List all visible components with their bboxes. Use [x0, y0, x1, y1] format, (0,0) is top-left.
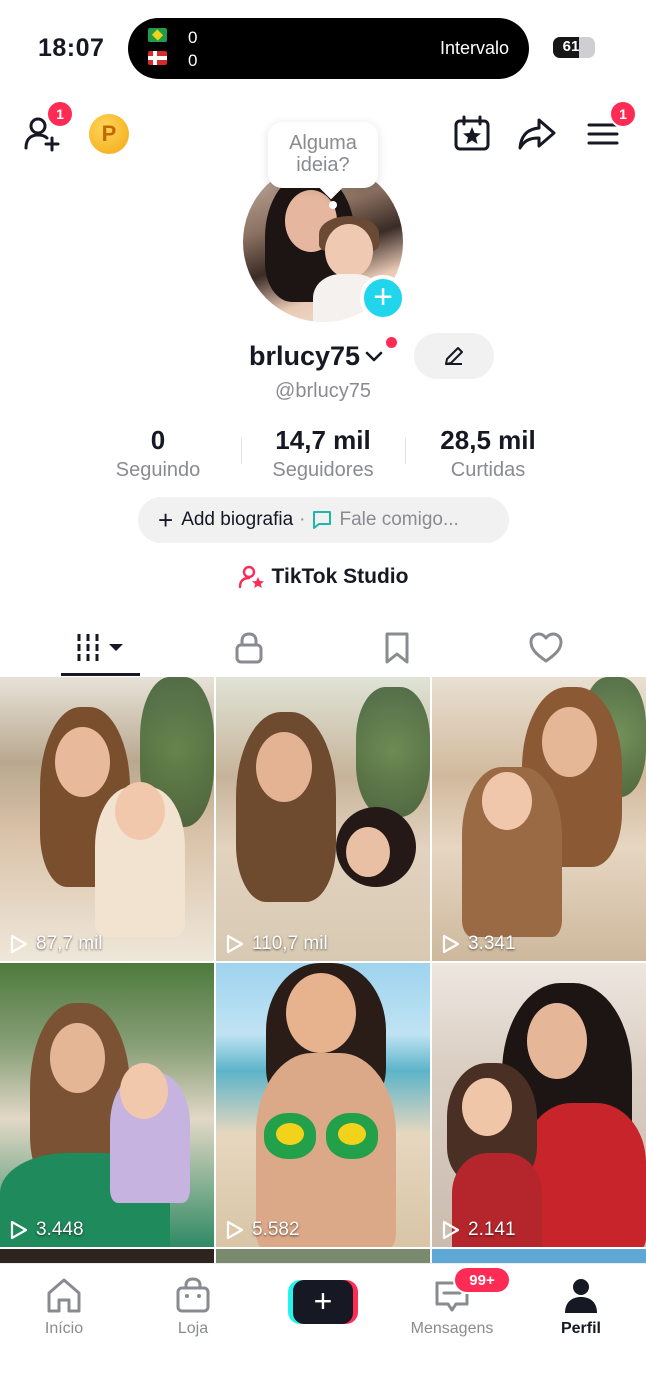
share-profile-button[interactable]: [515, 112, 559, 156]
menu-badge: 1: [609, 100, 637, 128]
view-count-label: 110,7 mil: [252, 933, 328, 954]
tiktok-studio-link[interactable]: TikTok Studio: [0, 563, 646, 591]
play-icon: [10, 1220, 28, 1240]
heart-icon: [529, 632, 562, 663]
username: brlucy75: [249, 340, 361, 371]
view-count-label: 2.141: [468, 1219, 516, 1240]
studio-icon: [238, 565, 264, 589]
grid-videos-icon: [77, 634, 123, 662]
user-handle: @brlucy75: [275, 380, 371, 402]
edit-profile-button[interactable]: [414, 333, 494, 379]
play-icon: [442, 1220, 460, 1240]
nav-label: Perfil: [560, 1320, 601, 1337]
stat-label: Seguindo: [115, 459, 201, 481]
stat-followers[interactable]: 14,7 mil Seguidores: [243, 424, 403, 482]
brazil-flag-icon: [148, 28, 167, 42]
play-icon: [226, 934, 244, 954]
norway-flag-icon: [148, 51, 167, 65]
nav-shop[interactable]: Loja: [133, 1264, 253, 1338]
plus-icon: +: [293, 1280, 353, 1324]
battery-percent: 61: [562, 38, 580, 55]
play-icon: [10, 934, 28, 954]
nav-label: Loja: [177, 1320, 209, 1337]
battery-icon: 61: [553, 37, 595, 58]
notification-dot: [386, 337, 397, 348]
nav-label: Mensagens: [410, 1320, 494, 1337]
video-thumbnail[interactable]: 87,7 mil: [0, 677, 214, 961]
home-score: 0: [188, 28, 198, 47]
bottom-nav: Início Loja + Mensagens 99+ Perfil: [0, 1263, 646, 1400]
share-arrow-icon: [518, 118, 556, 150]
view-count: 2.141: [440, 1219, 516, 1241]
video-thumbnail[interactable]: 3.448: [0, 963, 214, 1247]
bio-separator: ·: [299, 509, 306, 530]
profile-stats: 0 Seguindo 14,7 mil Seguidores 28,5 mil …: [0, 424, 646, 484]
pencil-icon: [445, 347, 463, 365]
shopping-bag-icon: [176, 1277, 210, 1313]
view-count: 3.448: [8, 1219, 84, 1241]
video-thumbnail[interactable]: 5.582: [216, 963, 430, 1247]
messages-badge: 99+: [453, 1266, 511, 1294]
tooltip-pointer: [329, 201, 337, 209]
create-button[interactable]: +: [288, 1280, 358, 1324]
video-thumbnail[interactable]: 3.341: [432, 677, 646, 961]
coin-icon[interactable]: P: [89, 114, 129, 154]
stat-likes[interactable]: 28,5 mil Curtidas: [408, 424, 568, 482]
person-filled-icon: [565, 1279, 597, 1313]
add-bio-link[interactable]: Add biografia: [181, 509, 293, 531]
video-thumbnail[interactable]: 2.141: [432, 963, 646, 1247]
nav-profile[interactable]: Perfil: [521, 1264, 641, 1338]
add-friends-badge: 1: [46, 100, 74, 128]
nav-home[interactable]: Início: [4, 1264, 124, 1338]
calendar-button[interactable]: [450, 112, 494, 156]
view-count-label: 3.448: [36, 1219, 84, 1240]
view-count: 87,7 mil: [8, 933, 103, 955]
video-thumbnail[interactable]: 110,7 mil: [216, 677, 430, 961]
stat-following[interactable]: 0 Seguindo: [78, 424, 238, 482]
stat-label: Seguidores: [272, 459, 374, 481]
away-score: 0: [188, 51, 198, 70]
plus-icon: +: [158, 505, 174, 535]
stat-value: 0: [150, 425, 166, 455]
chevron-down-icon: [365, 351, 383, 362]
view-count-label: 87,7 mil: [36, 933, 103, 954]
nav-label: Início: [44, 1320, 84, 1337]
status-time: 18:07: [38, 34, 105, 62]
divider: [405, 438, 406, 464]
divider: [241, 438, 242, 464]
studio-label: TikTok Studio: [271, 565, 409, 588]
view-count: 3.341: [440, 933, 516, 955]
account-switcher[interactable]: brlucy75: [249, 338, 384, 374]
live-activity-island[interactable]: 0 0 Intervalo: [128, 18, 529, 79]
calendar-star-icon: [454, 115, 490, 151]
stat-value: 14,7 mil: [275, 425, 371, 455]
stat-label: Curtidas: [450, 459, 526, 481]
match-status: Intervalo: [439, 38, 509, 58]
view-count: 5.582: [224, 1219, 300, 1241]
add-story-button[interactable]: +: [360, 275, 406, 321]
home-icon: [47, 1278, 81, 1313]
status-tooltip[interactable]: Alguma ideia?: [268, 122, 378, 188]
bio-pill[interactable]: + Add biografia · Fale comigo...: [138, 497, 509, 543]
profile-tabs: [0, 620, 646, 676]
view-count-label: 5.582: [252, 1219, 300, 1240]
active-tab-indicator: [61, 673, 140, 676]
bookmark-icon: [385, 632, 408, 664]
view-count: 110,7 mil: [224, 933, 328, 955]
view-count-label: 3.341: [468, 933, 516, 954]
tab-private[interactable]: [168, 620, 329, 676]
status-bar: 18:07 0 0 Intervalo 61: [0, 0, 646, 96]
video-grid: 87,7 mil 110,7 mil 3.341 3.448 5.582 2.1…: [0, 677, 646, 1277]
tab-saved[interactable]: [316, 620, 477, 676]
lock-icon: [235, 632, 262, 664]
chat-bubble-icon: [313, 511, 332, 529]
play-icon: [226, 1220, 244, 1240]
talk-to-me-link[interactable]: Fale comigo...: [339, 509, 458, 531]
stat-value: 28,5 mil: [440, 425, 536, 455]
tab-videos[interactable]: [20, 620, 181, 676]
tab-liked[interactable]: [465, 620, 626, 676]
play-icon: [442, 934, 460, 954]
